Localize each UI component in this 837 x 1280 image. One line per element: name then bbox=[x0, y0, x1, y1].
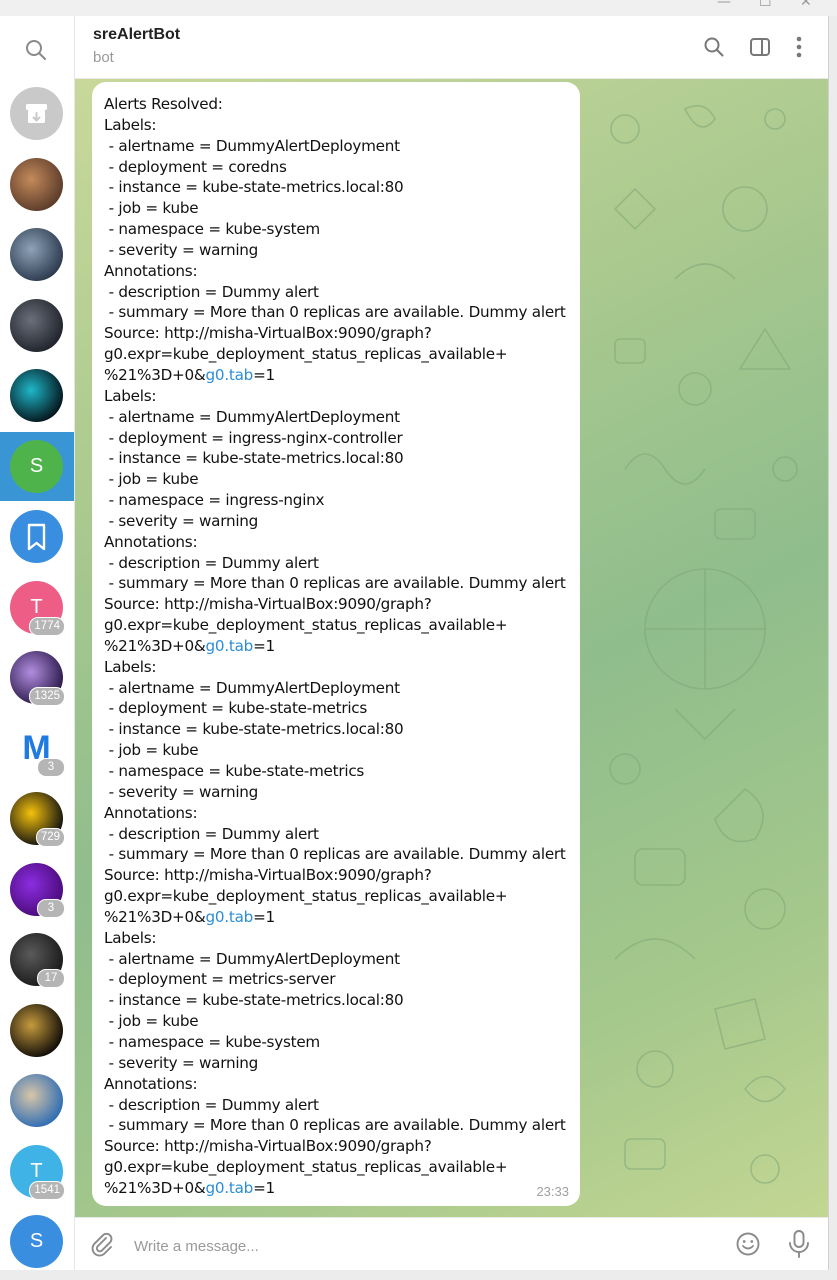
message-composer bbox=[75, 1217, 828, 1270]
more-options-icon[interactable] bbox=[786, 34, 812, 60]
chat-header: sreAlertBot bot bbox=[75, 16, 828, 79]
unread-badge-wrap: 3 bbox=[10, 863, 65, 918]
message-block-tail: =1 bbox=[253, 1178, 275, 1197]
chat-list-sidebar: S T 1774 1325 M 3 729 3 17 T 1541 S bbox=[0, 16, 75, 1270]
unread-count-badge: 3 bbox=[37, 899, 65, 918]
message-text: Alerts Resolved: Labels: - alertname = D… bbox=[104, 94, 568, 1199]
chat-avatar[interactable]: S bbox=[10, 440, 63, 493]
bookmark-icon bbox=[27, 523, 46, 551]
message-block-tail: =1 bbox=[253, 907, 275, 926]
unread-count-badge: 1541 bbox=[29, 1181, 65, 1200]
chat-avatar[interactable] bbox=[10, 1074, 63, 1127]
message-block: Labels: - alertname = DummyAlertDeployme… bbox=[104, 928, 566, 1197]
avatar-initial: S bbox=[29, 455, 44, 477]
chat-background: Alerts Resolved: Labels: - alertname = D… bbox=[75, 79, 828, 1217]
message-block: Alerts Resolved: Labels: - alertname = D… bbox=[104, 95, 566, 384]
chat-avatar[interactable] bbox=[10, 510, 63, 563]
message-link[interactable]: g0.tab bbox=[206, 1179, 254, 1197]
chat-avatar[interactable] bbox=[10, 158, 63, 211]
unread-badge-wrap: 17 bbox=[10, 933, 65, 988]
unread-count-badge: 1325 bbox=[29, 687, 65, 706]
telegram-window: S T 1774 1325 M 3 729 3 17 T 1541 S sreAlertBot bot bbox=[0, 16, 828, 1270]
maximize-button[interactable]: ☐ bbox=[759, 0, 772, 10]
avatar-initial: S bbox=[29, 1230, 44, 1252]
unread-count-badge: 1774 bbox=[29, 617, 65, 636]
unread-count-badge: 729 bbox=[35, 828, 65, 847]
message-time: 23:33 bbox=[536, 1184, 569, 1199]
message-bubble[interactable]: Alerts Resolved: Labels: - alertname = D… bbox=[92, 82, 580, 1206]
window-titlebar: — ☐ ✕ bbox=[0, 0, 837, 16]
unread-badge-wrap: 729 bbox=[10, 792, 65, 847]
message-block: Labels: - alertname = DummyAlertDeployme… bbox=[104, 657, 566, 926]
unread-badge-wrap: 1541 bbox=[10, 1145, 65, 1200]
search-icon[interactable] bbox=[22, 36, 50, 64]
emoji-icon[interactable] bbox=[735, 1231, 761, 1257]
close-window-button[interactable]: ✕ bbox=[800, 0, 812, 10]
chat-avatar[interactable] bbox=[10, 1004, 63, 1057]
unread-badge-wrap: 3 bbox=[10, 722, 65, 777]
unread-count-badge: 3 bbox=[37, 758, 65, 777]
chat-avatar[interactable] bbox=[10, 299, 63, 352]
chat-avatar[interactable] bbox=[10, 369, 63, 422]
chat-avatar[interactable] bbox=[10, 87, 63, 140]
chat-avatar[interactable] bbox=[10, 228, 63, 281]
unread-badge-wrap: 1774 bbox=[10, 581, 65, 636]
doodle-pattern bbox=[609, 104, 798, 1184]
chat-subtitle: bot bbox=[93, 49, 114, 66]
message-block-tail: =1 bbox=[253, 636, 275, 655]
microphone-icon[interactable] bbox=[786, 1229, 812, 1259]
unread-badge-wrap: 1325 bbox=[10, 651, 65, 706]
archive-icon bbox=[26, 104, 47, 123]
chat-avatar[interactable]: S bbox=[10, 1215, 63, 1268]
message-link[interactable]: g0.tab bbox=[206, 908, 254, 926]
chat-title[interactable]: sreAlertBot bbox=[93, 26, 180, 44]
minimize-button[interactable]: — bbox=[717, 0, 731, 10]
attach-icon[interactable] bbox=[89, 1231, 115, 1257]
message-input[interactable] bbox=[132, 1234, 696, 1258]
search-icon[interactable] bbox=[701, 34, 727, 60]
message-link[interactable]: g0.tab bbox=[206, 366, 254, 384]
message-block: Labels: - alertname = DummyAlertDeployme… bbox=[104, 386, 566, 655]
message-block-tail: =1 bbox=[253, 365, 275, 384]
unread-count-badge: 17 bbox=[37, 969, 65, 988]
sidebar-toggle-icon[interactable] bbox=[747, 34, 773, 60]
message-link[interactable]: g0.tab bbox=[206, 637, 254, 655]
